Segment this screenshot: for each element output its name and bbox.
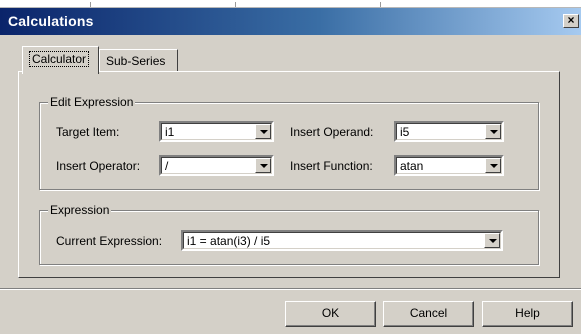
help-button[interactable]: Help [482, 301, 573, 327]
insert-operand-label: Insert Operand: [290, 125, 374, 139]
tab-sub-series-label: Sub-Series [106, 54, 166, 68]
background-window-strip [0, 0, 581, 8]
current-expression-select[interactable]: i1 = atan(i3) / i5 [181, 230, 503, 251]
tab-calculator-label: Calculator [29, 51, 90, 67]
cancel-button[interactable]: Cancel [383, 301, 474, 327]
target-item-select[interactable]: i1 [159, 121, 274, 142]
edit-expression-title: Edit Expression [48, 95, 136, 109]
insert-function-select[interactable]: atan [394, 155, 504, 176]
chevron-down-icon[interactable] [485, 158, 501, 173]
close-button[interactable]: × [563, 14, 579, 28]
insert-function-value: atan [400, 159, 424, 173]
close-icon: × [567, 13, 575, 27]
target-item-label: Target Item: [56, 125, 120, 139]
current-expression-value: i1 = atan(i3) / i5 [187, 234, 271, 248]
current-expression-label: Current Expression: [56, 234, 163, 248]
insert-operand-select[interactable]: i5 [394, 121, 504, 142]
tab-panel-calculator: Edit Expression Target Item: i1 Insert O… [18, 71, 560, 278]
ok-button[interactable]: OK [285, 301, 376, 327]
insert-operator-select[interactable]: / [159, 155, 274, 176]
edit-expression-group: Edit Expression Target Item: i1 Insert O… [39, 95, 539, 190]
insert-operator-label: Insert Operator: [56, 159, 141, 173]
expression-group: Expression Current Expression: i1 = atan… [39, 203, 539, 265]
tab-calculator[interactable]: Calculator [22, 46, 99, 74]
target-item-value: i1 [165, 125, 175, 139]
expression-title: Expression [48, 203, 112, 217]
chevron-down-icon[interactable] [485, 124, 501, 139]
window-title: Calculations [8, 13, 94, 29]
tab-sub-series[interactable]: Sub-Series [99, 49, 178, 72]
insert-function-label: Insert Function: [290, 159, 373, 173]
divider [0, 288, 581, 290]
chevron-down-icon[interactable] [255, 158, 271, 173]
insert-operator-value: / [165, 159, 169, 173]
chevron-down-icon[interactable] [255, 124, 271, 139]
insert-operand-value: i5 [400, 125, 410, 139]
chevron-down-icon[interactable] [484, 233, 500, 248]
